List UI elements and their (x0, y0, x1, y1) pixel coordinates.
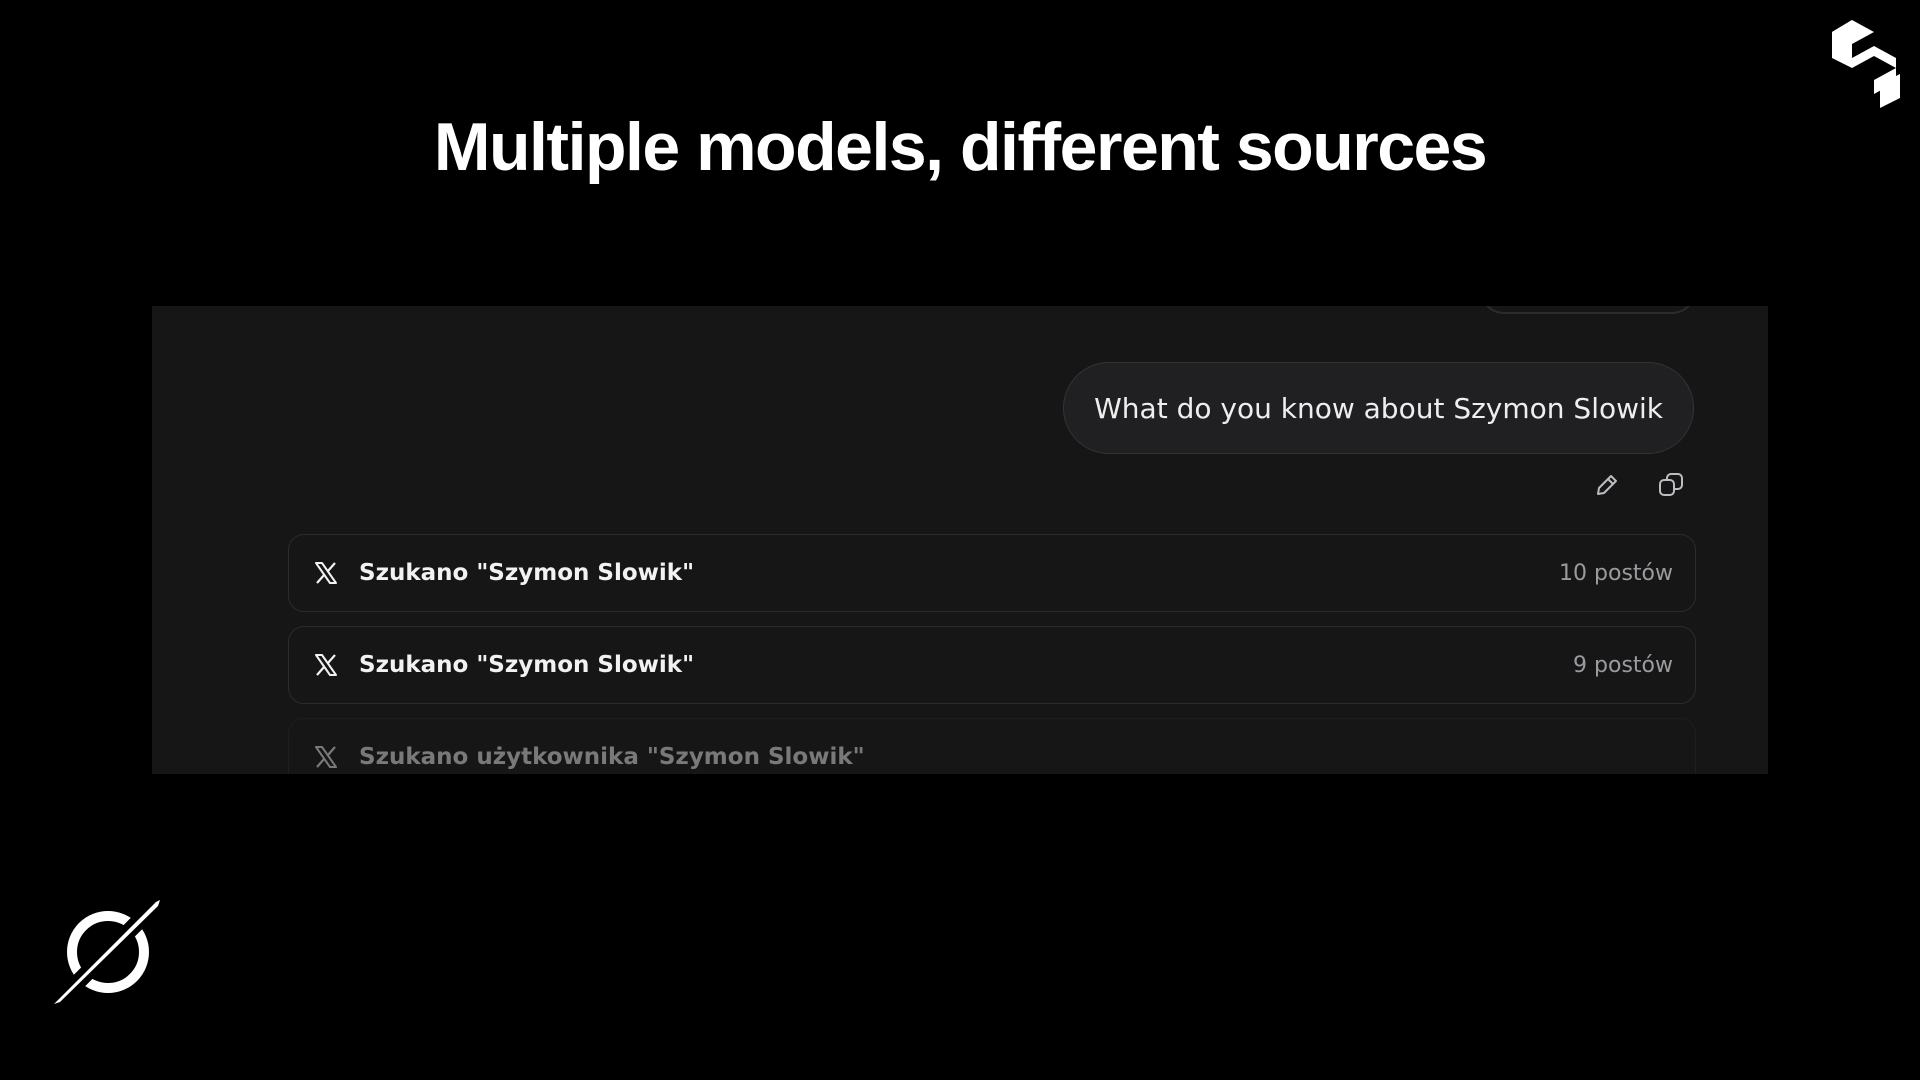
search-result-row[interactable]: Szukano użytkownika "Szymon Slowik" (288, 718, 1696, 774)
grok-logo-mark (50, 894, 166, 1010)
copy-message-button[interactable] (1656, 470, 1686, 500)
search-result-count: 9 postów (1573, 652, 1673, 678)
message-actions (1592, 470, 1686, 500)
edit-message-button[interactable] (1592, 470, 1622, 500)
search-result-label: Szukano "Szymon Slowik" (359, 560, 695, 586)
brand-logo-mark (1832, 20, 1900, 108)
copy-icon (1659, 473, 1683, 496)
pencil-icon (1597, 475, 1617, 495)
user-message-bubble: What do you know about Szymon Slowik (1063, 362, 1694, 454)
slide-title: Multiple models, different sources (433, 109, 1488, 185)
previous-message-bubble (1480, 306, 1696, 314)
search-result-count: 10 postów (1559, 560, 1673, 586)
search-result-label: Szukano użytkownika "Szymon Slowik" (359, 744, 865, 770)
chat-screenshot: What do you know about Szymon Slowik Szu… (152, 306, 1768, 774)
x-logo-icon (313, 744, 339, 770)
x-logo-icon (313, 652, 339, 678)
search-result-row[interactable]: Szukano "Szymon Slowik" 10 postów (288, 534, 1696, 612)
search-result-row[interactable]: Szukano "Szymon Slowik" 9 postów (288, 626, 1696, 704)
grok-logo (50, 894, 166, 1010)
brand-logo (1830, 18, 1902, 110)
user-message-text: What do you know about Szymon Slowik (1094, 391, 1663, 425)
search-result-label: Szukano "Szymon Slowik" (359, 652, 695, 678)
x-logo-icon (313, 560, 339, 586)
